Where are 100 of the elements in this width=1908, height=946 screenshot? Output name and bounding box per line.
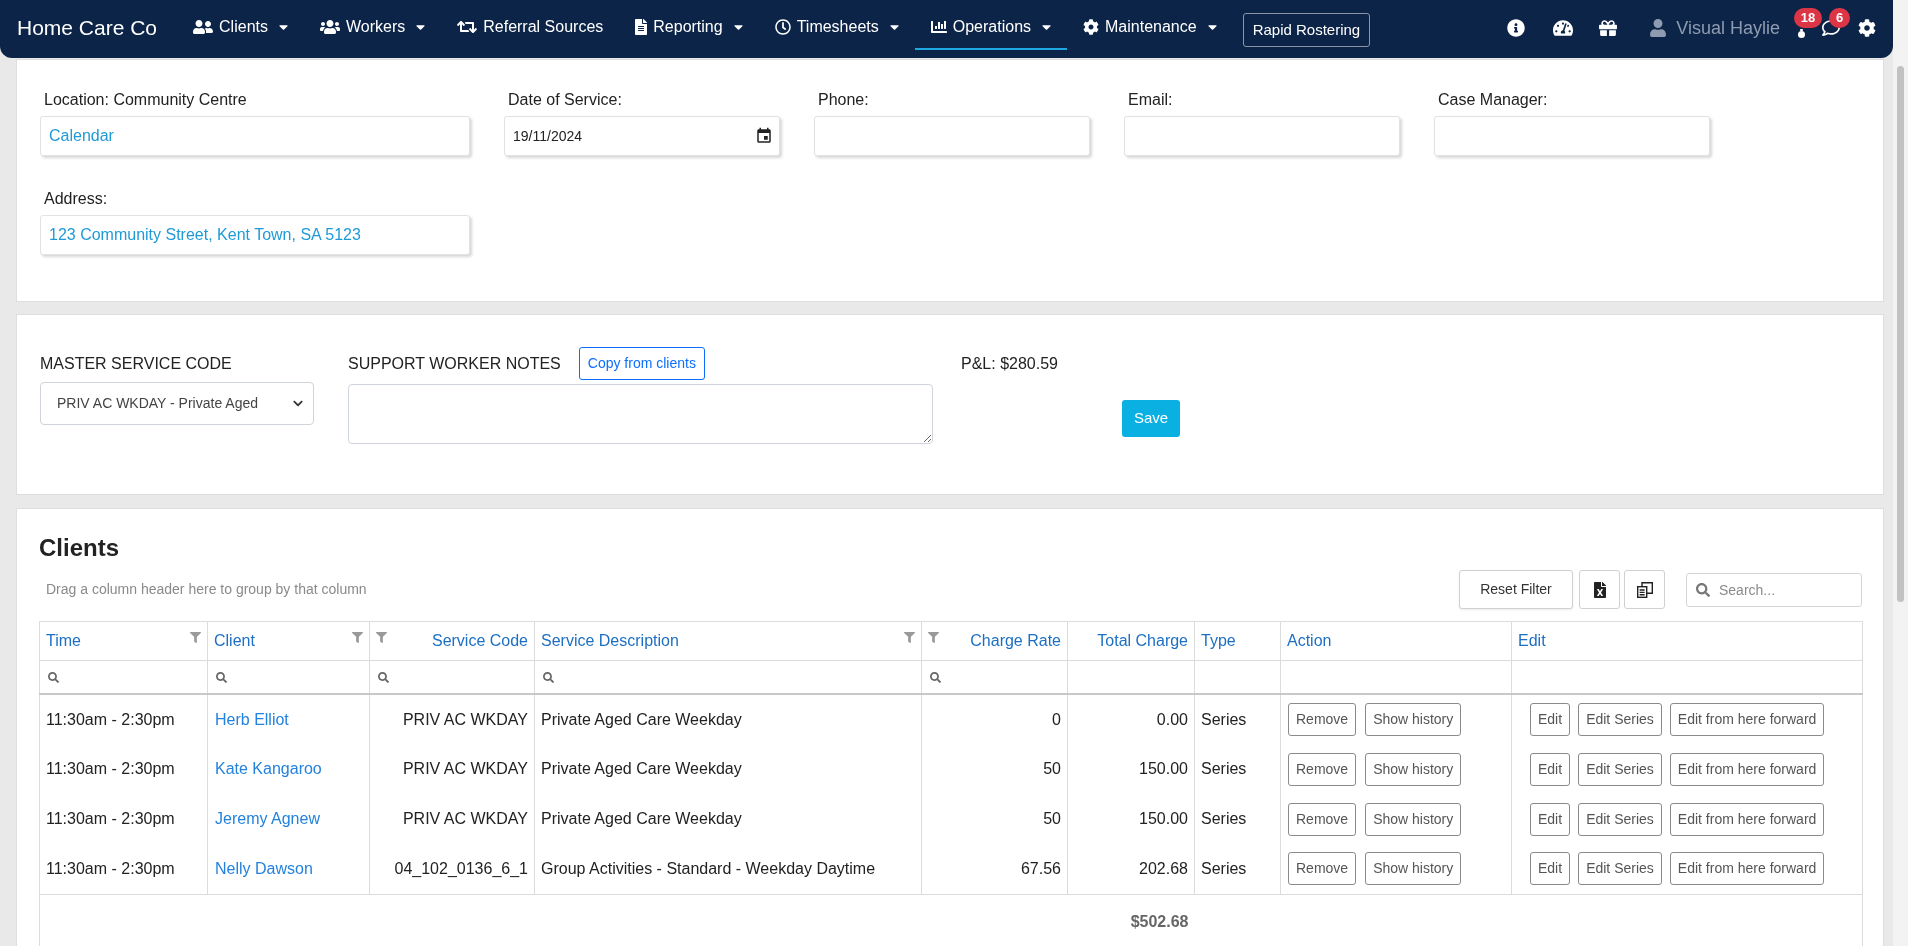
- service-code-select[interactable]: PRIV AC WKDAY - Private Aged: [40, 382, 314, 425]
- group-icon: [319, 18, 340, 35]
- reset-filter-button[interactable]: Reset Filter: [1459, 570, 1573, 609]
- nav-item[interactable]: Reporting: [619, 5, 759, 50]
- column-header[interactable]: Client: [214, 629, 255, 653]
- clock-icon: [774, 18, 791, 35]
- brand-name[interactable]: Home Care Co: [17, 14, 158, 42]
- edit-series-button[interactable]: Edit Series: [1578, 703, 1662, 736]
- table-cell: 0.00: [1067, 694, 1195, 744]
- edit-forward-button[interactable]: Edit from here forward: [1669, 802, 1825, 836]
- remove-button[interactable]: Remove: [1288, 852, 1357, 886]
- table-cell: Group Activities - Standard - Weekday Daytime: [534, 844, 922, 894]
- field-label: Email:: [1127, 90, 1174, 110]
- column-header[interactable]: Action: [1287, 629, 1332, 653]
- gift-icon[interactable]: [1599, 19, 1618, 37]
- table-cell: 11:30am - 2:30pm: [39, 794, 208, 844]
- filter-icon[interactable]: [904, 631, 915, 643]
- client-link[interactable]: Herb Elliot: [215, 710, 289, 728]
- remove-button[interactable]: Remove: [1288, 752, 1357, 786]
- nav-item[interactable]: Clients: [177, 5, 304, 50]
- document-icon: [635, 18, 648, 35]
- edit-forward-button[interactable]: Edit from here forward: [1669, 703, 1825, 736]
- table-cell: PRIV AC WKDAY: [369, 744, 535, 794]
- input-field[interactable]: [1124, 116, 1400, 156]
- client-link[interactable]: Nelly Dawson: [215, 859, 313, 877]
- table-cell: Series: [1194, 694, 1281, 744]
- history-button[interactable]: Show history: [1365, 852, 1462, 886]
- nav-item[interactable]: Maintenance: [1067, 5, 1233, 50]
- table-cell: Series: [1194, 844, 1281, 894]
- remove-button[interactable]: Remove: [1288, 802, 1357, 836]
- field-label: SUPPORT WORKER NOTES: [348, 353, 561, 374]
- input-field[interactable]: [814, 116, 1090, 156]
- history-button[interactable]: Show history: [1365, 703, 1462, 736]
- user-menu[interactable]: Visual Haylie: [1650, 14, 1780, 42]
- search-icon: [543, 671, 554, 683]
- table-cell: 67.56: [921, 844, 1068, 894]
- field-label: Address:: [43, 189, 109, 209]
- client-link[interactable]: Kate Kangaroo: [215, 760, 322, 777]
- edit-button[interactable]: Edit: [1530, 752, 1571, 786]
- table-cell: 11:30am - 2:30pm: [39, 694, 208, 744]
- field-label: MASTER SERVICE CODE: [40, 353, 232, 374]
- nav-item[interactable]: Operations: [914, 5, 1068, 50]
- date-field[interactable]: 19/11/2024: [504, 116, 780, 156]
- people-icon: [193, 18, 214, 35]
- copy-button[interactable]: Copy from clients: [578, 347, 705, 380]
- profit-loss-text: P&L: $280.59: [961, 353, 1058, 374]
- bar-chart-icon: [930, 18, 947, 35]
- edit-forward-button[interactable]: Edit from here forward: [1669, 852, 1825, 886]
- column-header[interactable]: Edit: [1518, 629, 1546, 653]
- nav-item[interactable]: Referral Sources: [441, 5, 620, 50]
- search-icon: [930, 671, 941, 683]
- edit-series-button[interactable]: Edit Series: [1578, 802, 1662, 836]
- gauge-icon[interactable]: [1553, 19, 1574, 37]
- exclamation-icon[interactable]: [1798, 29, 1805, 38]
- filter-icon[interactable]: [928, 631, 939, 643]
- table-cell: 202.68: [1067, 844, 1195, 894]
- edit-series-button[interactable]: Edit Series: [1578, 752, 1662, 786]
- table-cell: Private Aged Care Weekday: [534, 694, 922, 744]
- client-link[interactable]: Jeremy Agnew: [215, 810, 320, 827]
- gear-icon: [1083, 18, 1100, 35]
- table-cell: 04_102_0136_6_1: [369, 844, 535, 894]
- filter-icon[interactable]: [352, 631, 363, 643]
- scrollbar-thumb[interactable]: [1897, 66, 1904, 602]
- edit-forward-button[interactable]: Edit from here forward: [1669, 752, 1825, 786]
- search-icon: [216, 671, 227, 683]
- table-cell: 0: [921, 694, 1068, 744]
- edit-button[interactable]: Edit: [1530, 852, 1571, 886]
- nav-item[interactable]: Timesheets: [758, 5, 915, 50]
- edit-button[interactable]: Edit: [1530, 703, 1571, 736]
- table-cell: PRIV AC WKDAY: [369, 794, 535, 844]
- input-field[interactable]: [1434, 116, 1710, 156]
- chevron-down-icon: [293, 398, 303, 409]
- repeat-arrows-icon: [457, 18, 478, 35]
- settings-icon[interactable]: [1858, 19, 1876, 37]
- copy-export-button[interactable]: [1624, 570, 1665, 609]
- info-icon[interactable]: [1507, 19, 1526, 37]
- edit-series-button[interactable]: Edit Series: [1578, 852, 1662, 886]
- column-header[interactable]: Time: [46, 629, 81, 653]
- table-cell: Series: [1194, 744, 1281, 794]
- table-cell: 150.00: [1067, 744, 1195, 794]
- count-badge: 6: [1829, 8, 1850, 28]
- excel-export-button[interactable]: [1579, 570, 1620, 609]
- filter-icon[interactable]: [190, 631, 201, 643]
- edit-button[interactable]: Edit: [1530, 802, 1571, 836]
- table-cell: 11:30am - 2:30pm: [39, 744, 208, 794]
- table-cell: 11:30am - 2:30pm: [39, 844, 208, 894]
- nav-item[interactable]: Workers: [303, 5, 442, 50]
- history-button[interactable]: Show history: [1365, 752, 1462, 786]
- field-label: Case Manager:: [1437, 90, 1549, 110]
- search-field[interactable]: Search...: [1686, 572, 1862, 607]
- rapid-rostering-button[interactable]: Rapid Rostering: [1242, 13, 1371, 47]
- search-icon: [1696, 582, 1710, 597]
- table-cell: 50: [921, 744, 1068, 794]
- remove-button[interactable]: Remove: [1288, 703, 1357, 736]
- history-button[interactable]: Show history: [1365, 802, 1462, 836]
- notes-field[interactable]: [348, 384, 933, 444]
- excel-file-icon: [1593, 581, 1606, 598]
- grand-total: $502.68: [1067, 894, 1195, 946]
- calendar-icon[interactable]: [755, 127, 773, 145]
- filter-icon[interactable]: [376, 631, 387, 643]
